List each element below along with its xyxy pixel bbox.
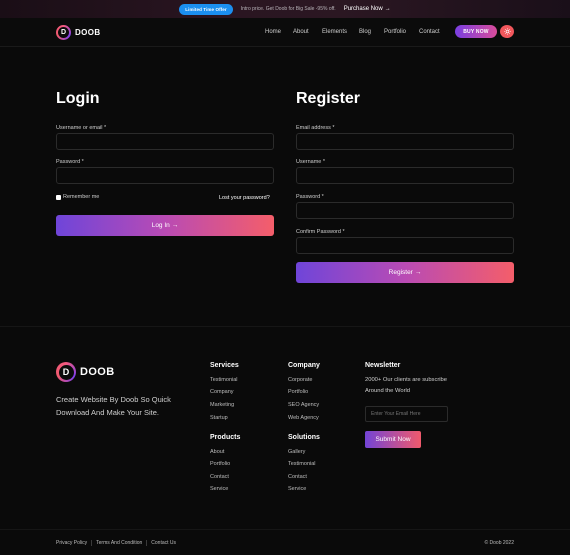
register-email-label: Email address * — [296, 125, 335, 131]
nav-portfolio[interactable]: Portfolio — [384, 29, 406, 35]
footer-divider — [0, 326, 570, 327]
footer-link[interactable]: SEO Agency — [288, 402, 319, 408]
nav-contact[interactable]: Contact — [419, 29, 440, 35]
footer-link[interactable]: Portfolio — [288, 389, 308, 395]
nav-elements[interactable]: Elements — [322, 29, 347, 35]
register-confirm-input[interactable] — [296, 237, 514, 254]
footer-link[interactable]: Startup — [210, 415, 228, 421]
nav-about[interactable]: About — [293, 29, 309, 35]
login-title: Login — [56, 90, 100, 107]
limited-offer-badge: Limited Time Offer — [179, 3, 233, 15]
footer-link[interactable]: Testimonial — [288, 461, 316, 467]
login-password-label: Password * — [56, 159, 84, 165]
footer-logo-text: DOOB — [80, 366, 115, 378]
footer-link[interactable]: Corporate — [288, 377, 312, 383]
footer-link[interactable]: Service — [210, 486, 228, 492]
register-button-label: Register — [388, 269, 413, 276]
link-separator — [91, 540, 93, 546]
login-username-input[interactable] — [56, 133, 274, 150]
copyright-text: © Doob 2022 — [484, 540, 514, 546]
login-password-input[interactable] — [56, 167, 274, 184]
logo[interactable]: D DOOB — [56, 25, 101, 40]
terms-link[interactable]: Terms And Condition — [96, 540, 142, 546]
newsletter-email-input[interactable] — [365, 406, 448, 422]
footer-link[interactable]: Gallery — [288, 449, 305, 455]
footer-newsletter-title: Newsletter — [365, 362, 401, 369]
sun-icon — [503, 28, 511, 35]
site-header: D DOOB Home About Elements Blog Portfoli… — [0, 18, 570, 47]
purchase-now-label: Purchase Now — [343, 6, 383, 12]
remember-me-checkbox[interactable] — [56, 194, 61, 200]
register-email-input[interactable] — [296, 133, 514, 150]
register-button[interactable]: Register → — [296, 262, 514, 283]
login-button[interactable]: Log In → — [56, 215, 274, 236]
remember-me: Remember me — [56, 194, 99, 200]
link-separator — [146, 540, 148, 546]
footer-link[interactable]: Company — [210, 389, 234, 395]
nav-home[interactable]: Home — [265, 29, 281, 35]
register-username-input[interactable] — [296, 167, 514, 184]
privacy-policy-link[interactable]: Privacy Policy — [56, 540, 87, 546]
logo-text: DOOB — [75, 28, 101, 37]
footer-link[interactable]: Contact — [288, 474, 307, 480]
footer-products-title: Products — [210, 434, 241, 441]
lost-password-link[interactable]: Lost your password? — [219, 195, 270, 201]
footer-services-title: Services — [210, 362, 239, 369]
footer-solutions-title: Solutions — [288, 434, 320, 441]
login-button-label: Log In — [151, 222, 170, 229]
login-username-label: Username or email * — [56, 125, 107, 131]
register-password-input[interactable] — [296, 202, 514, 219]
footer-tagline: Create Website By Doob So Quick Download… — [56, 395, 171, 417]
footer-link[interactable]: Testimonial — [210, 377, 238, 383]
logo-mark-icon: D — [56, 25, 71, 40]
top-banner: Limited Time Offer Intro price. Get Doob… — [0, 0, 570, 18]
footer-logo[interactable]: D DOOB — [56, 362, 115, 382]
register-password-label: Password * — [296, 194, 324, 200]
footer-link[interactable]: Marketing — [210, 402, 234, 408]
register-title: Register — [296, 90, 361, 107]
newsletter-text: 2000+ Our clients are subscribe Around t… — [365, 377, 448, 394]
footer-link[interactable]: Web Agency — [288, 415, 319, 421]
footer-company-title: Company — [288, 362, 320, 369]
bottom-divider — [0, 529, 570, 530]
arrow-right-icon: → — [414, 269, 422, 276]
footer-link[interactable]: Contact — [210, 474, 229, 480]
newsletter-submit-button[interactable]: Submit Now — [365, 431, 421, 448]
footer-link[interactable]: About — [210, 449, 224, 455]
remember-me-label: Remember me — [63, 194, 100, 200]
logo-mark-icon: D — [56, 362, 76, 382]
nav-blog[interactable]: Blog — [359, 29, 371, 35]
arrow-right-icon: → — [171, 222, 179, 229]
buy-now-button[interactable]: BUY NOW — [455, 25, 497, 38]
promo-text: Intro price. Get Doob for Big Sale -95% … — [240, 6, 336, 12]
footer-link[interactable]: Service — [288, 486, 306, 492]
purchase-now-link[interactable]: Purchase Now → — [344, 6, 391, 12]
theme-toggle-button[interactable] — [500, 25, 514, 38]
footer-link[interactable]: Portfolio — [210, 461, 230, 467]
arrow-right-icon: → — [384, 6, 391, 12]
contact-us-link[interactable]: Contact Us — [151, 540, 176, 546]
register-confirm-label: Confirm Password * — [296, 229, 345, 235]
register-username-label: Username * — [296, 159, 326, 165]
bottom-links: Privacy Policy Terms And Condition Conta… — [56, 540, 176, 546]
